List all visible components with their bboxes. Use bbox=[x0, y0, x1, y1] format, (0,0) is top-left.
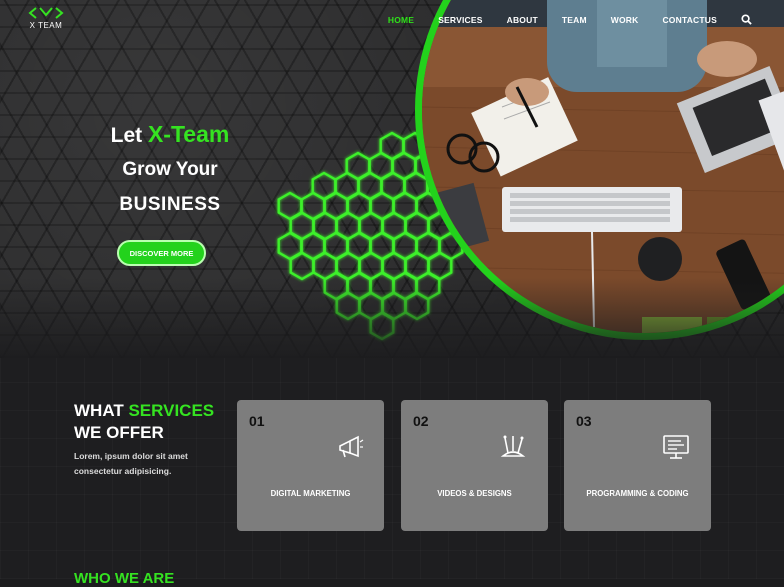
brand-name: X TEAM bbox=[29, 21, 63, 30]
logo[interactable]: X TEAM bbox=[26, 6, 66, 30]
headline-line-1: Let X-Team bbox=[80, 118, 260, 152]
nav-item-work[interactable]: WORK bbox=[611, 15, 639, 25]
nav-item-about[interactable]: ABOUT bbox=[507, 15, 538, 25]
search-icon[interactable] bbox=[741, 14, 752, 25]
logo-icon bbox=[28, 7, 64, 19]
headline-highlight: X-Team bbox=[147, 121, 230, 147]
discover-more-button[interactable]: DISCOVER MORE bbox=[117, 240, 206, 266]
services-title: WHAT SERVICES WE OFFER bbox=[74, 400, 214, 444]
hero-workspace-photo bbox=[415, 0, 784, 340]
nav-item-services[interactable]: SERVICES bbox=[438, 15, 482, 25]
service-card-number: 02 bbox=[413, 413, 429, 429]
code-monitor-icon bbox=[663, 435, 689, 459]
service-card-number: 01 bbox=[249, 413, 265, 429]
services-description: Lorem, ipsum dolor sit amet consectetur … bbox=[74, 451, 188, 476]
headline-line-3: BUSINESS bbox=[119, 194, 221, 215]
services-title-white: WHAT bbox=[74, 401, 124, 420]
hero-headline: Let X-Team Grow Your BUSINESS bbox=[80, 118, 260, 222]
main-nav: HOME SERVICES ABOUT TEAM WORK CONTACTUS bbox=[388, 14, 752, 25]
design-tools-icon bbox=[500, 435, 526, 457]
services-title-green: SERVICES bbox=[128, 401, 215, 420]
service-card-label: VIDEOS & DESIGNS bbox=[437, 489, 512, 498]
nav-item-home[interactable]: HOME bbox=[388, 15, 414, 25]
service-card-label: PROGRAMMING & CODING bbox=[586, 489, 689, 498]
service-card-videos-designs[interactable]: 02 VIDEOS & DESIGNS bbox=[401, 400, 548, 531]
nav-item-contactus[interactable]: CONTACTUS bbox=[662, 15, 717, 25]
headline-line-2: Grow Your bbox=[122, 159, 218, 180]
service-card-label: DIGITAL MARKETING bbox=[270, 489, 351, 498]
headline-prefix: Let bbox=[110, 124, 143, 147]
service-card-programming-coding[interactable]: 03 PROGRAMMING & CODING bbox=[564, 400, 711, 531]
services-section: WHAT SERVICES WE OFFER Lorem, ipsum dolo… bbox=[0, 358, 784, 579]
service-card-digital-marketing[interactable]: 01 DIGITAL MARKETING bbox=[237, 400, 384, 531]
services-title-line-2: WE OFFER bbox=[74, 423, 164, 442]
megaphone-icon bbox=[339, 435, 364, 458]
hero-section: X TEAM HOME SERVICES ABOUT TEAM WORK CON… bbox=[0, 0, 784, 358]
desk-illustration bbox=[422, 0, 784, 333]
service-card-number: 03 bbox=[576, 413, 592, 429]
nav-item-team[interactable]: TEAM bbox=[562, 15, 587, 25]
